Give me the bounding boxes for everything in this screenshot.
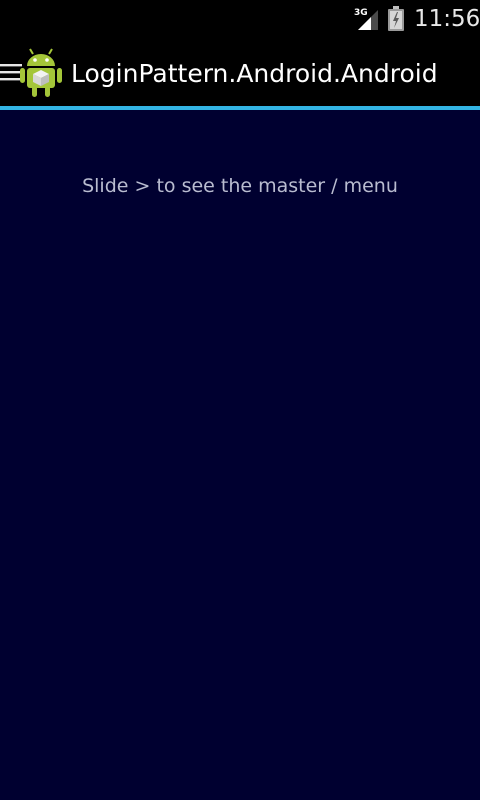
signal-icon: 3G [354,8,378,30]
status-bar: 3G 11:56 [0,0,480,38]
drawer-toggle-button[interactable] [0,38,64,106]
screen: 3G 11:56 LoginPattern.Android.Android Sl… [0,0,480,800]
battery-icon [388,6,404,31]
slide-hint-text: Slide > to see the master / menu [82,175,398,197]
android-icon [20,48,62,97]
action-bar: LoginPattern.Android.Android [0,38,480,106]
network-type-label: 3G [354,8,368,18]
status-clock: 11:56 [414,6,480,32]
content-area[interactable]: Slide > to see the master / menu [0,110,480,800]
app-title: LoginPattern.Android.Android [71,59,438,88]
